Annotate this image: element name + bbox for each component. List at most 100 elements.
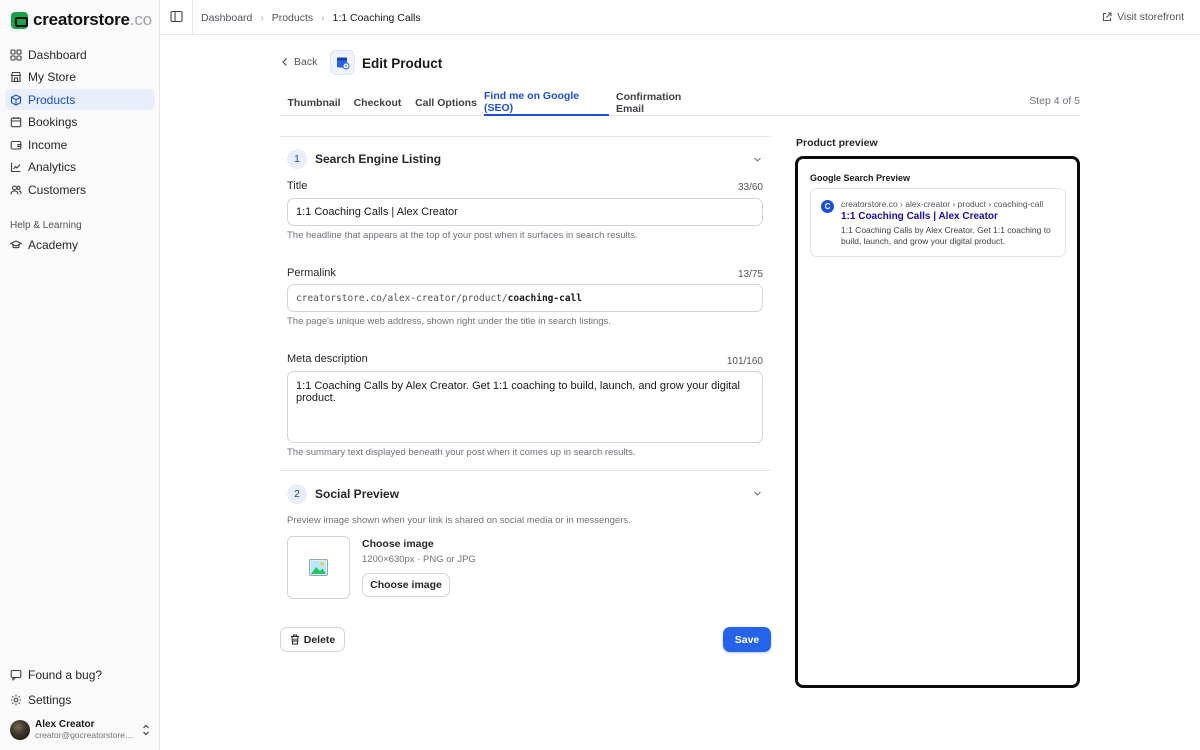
title-char-count: 33/60 bbox=[737, 182, 763, 193]
breadcrumb-dashboard[interactable]: Dashboard bbox=[201, 12, 252, 24]
result-title: 1:1 Coaching Calls | Alex Creator bbox=[841, 211, 998, 222]
permalink-prefix: creatorstore.co/alex-creator/product/ bbox=[296, 292, 508, 304]
product-icon bbox=[330, 50, 355, 75]
tab-thumbnail[interactable]: Thumbnail bbox=[282, 89, 346, 116]
sidebar-item-label: Academy bbox=[28, 237, 79, 252]
section-title: Search Engine Listing bbox=[315, 152, 442, 166]
section-header-social[interactable]: 2 Social Preview bbox=[287, 484, 399, 504]
chevron-right-icon: › bbox=[321, 12, 325, 24]
phone-preview-frame: Google Search Preview C creatorstore.co … bbox=[795, 156, 1080, 688]
section-title: Social Preview bbox=[315, 487, 400, 501]
brand-suffix: .co bbox=[129, 10, 152, 29]
tab-seo[interactable]: Find me on Google (SEO) bbox=[484, 89, 609, 116]
wallet-icon bbox=[10, 139, 22, 151]
user-name: Alex Creator bbox=[35, 719, 95, 730]
bottom-nav: Found a bug? bbox=[5, 664, 155, 687]
section-number: 2 bbox=[287, 484, 307, 504]
divider bbox=[280, 136, 771, 137]
favicon: C bbox=[821, 200, 834, 213]
brand-name: creatorstore bbox=[33, 10, 130, 29]
sidebar-item-label: Income bbox=[28, 137, 68, 152]
user-menu[interactable]: Alex Creator creator@gocreatorstore.c... bbox=[10, 719, 152, 741]
permalink-input[interactable]: creatorstore.co/alex-creator/product/coa… bbox=[287, 284, 763, 312]
image-hint: 1200×630px · PNG or JPG bbox=[362, 554, 476, 565]
meta-description-textarea[interactable]: 1:1 Coaching Calls by Alex Creator. Get … bbox=[287, 371, 763, 443]
permalink-char-count: 13/75 bbox=[737, 269, 763, 280]
chevron-down-icon[interactable] bbox=[752, 154, 763, 165]
title-label: Title bbox=[287, 180, 308, 192]
gear-icon bbox=[10, 694, 22, 706]
sidebar-item-dashboard[interactable]: Dashboard bbox=[5, 44, 155, 65]
delete-label: Delete bbox=[303, 633, 336, 646]
sidebar-item-income[interactable]: Income bbox=[5, 134, 155, 155]
save-button[interactable]: Save bbox=[723, 627, 771, 652]
external-link-icon bbox=[1103, 12, 1112, 22]
breadcrumb-current: 1:1 Coaching Calls bbox=[332, 12, 421, 24]
section-title-help: Help & Learning bbox=[10, 220, 82, 231]
sidebar-item-customers[interactable]: Customers bbox=[5, 179, 155, 200]
social-image-placeholder[interactable] bbox=[287, 536, 350, 599]
main-nav: Dashboard My Store Products Bookings Inc… bbox=[5, 44, 155, 202]
trash-icon bbox=[290, 634, 299, 645]
google-result-card: C creatorstore.co › alex-creator › produ… bbox=[810, 188, 1066, 257]
permalink-help: The page's unique web address, shown rig… bbox=[287, 316, 611, 327]
image-icon bbox=[309, 559, 328, 576]
tab-call-options[interactable]: Call Options bbox=[413, 89, 479, 116]
tab-confirmation-email[interactable]: Confirmation Email bbox=[616, 89, 708, 116]
sidebar-item-label: Dashboard bbox=[28, 47, 87, 62]
brand-logo[interactable]: creatorstore.co bbox=[11, 10, 152, 30]
result-description: 1:1 Coaching Calls by Alex Creator. Get … bbox=[841, 225, 1051, 246]
sidebar-item-label: Products bbox=[28, 92, 76, 107]
permalink-slug: coaching-call bbox=[507, 292, 582, 304]
section-number: 1 bbox=[287, 149, 307, 169]
sidebar-item-found-bug[interactable]: Found a bug? bbox=[5, 664, 155, 685]
meta-description-label: Meta description bbox=[287, 353, 368, 365]
tab-checkout[interactable]: Checkout bbox=[350, 89, 405, 116]
box-icon bbox=[10, 93, 22, 106]
sidebar-item-settings[interactable]: Settings bbox=[5, 689, 155, 710]
sidebar-item-analytics[interactable]: Analytics bbox=[5, 157, 155, 178]
sidebar-item-products[interactable]: Products bbox=[5, 89, 155, 110]
user-email: creator@gocreatorstore.c... bbox=[35, 730, 135, 740]
calendar-call-icon bbox=[337, 57, 350, 70]
users-icon bbox=[10, 184, 22, 196]
breadcrumb: Dashboard › Products › 1:1 Coaching Call… bbox=[201, 12, 421, 24]
tab-bar: Thumbnail Checkout Call Options Find me … bbox=[280, 89, 1080, 116]
logo-mark-icon bbox=[11, 11, 28, 29]
calendar-icon bbox=[10, 116, 22, 128]
learning-nav: Academy bbox=[5, 234, 155, 257]
back-label: Back bbox=[294, 56, 318, 68]
sidebar-item-academy[interactable]: Academy bbox=[5, 234, 155, 255]
sidebar: creatorstore.co Dashboard My Store Produ… bbox=[0, 0, 160, 750]
settings-nav: Settings bbox=[5, 689, 155, 712]
image-title: Choose image bbox=[362, 538, 434, 550]
choose-image-button[interactable]: Choose image bbox=[362, 573, 450, 597]
sidebar-item-bookings[interactable]: Bookings bbox=[5, 112, 155, 133]
store-icon bbox=[10, 71, 22, 83]
page-title: Edit Product bbox=[362, 56, 443, 71]
back-button[interactable]: Back bbox=[281, 56, 317, 68]
chevron-up-down-icon[interactable] bbox=[140, 723, 152, 737]
permalink-label: Permalink bbox=[287, 267, 336, 279]
title-help: The headline that appears at the top of … bbox=[287, 230, 638, 241]
chevron-right-icon: › bbox=[260, 12, 264, 24]
breadcrumb-products[interactable]: Products bbox=[272, 12, 313, 24]
section-header-seo[interactable]: 1 Search Engine Listing bbox=[287, 149, 441, 169]
social-description: Preview image shown when your link is sh… bbox=[287, 515, 631, 526]
title-input[interactable]: 1:1 Coaching Calls | Alex Creator bbox=[287, 198, 763, 226]
sidebar-item-my-store[interactable]: My Store bbox=[5, 67, 155, 88]
avatar bbox=[10, 720, 30, 740]
chart-icon bbox=[10, 161, 22, 173]
meta-description-help: The summary text displayed beneath your … bbox=[287, 447, 636, 458]
google-preview-heading: Google Search Preview bbox=[810, 173, 911, 183]
chevron-left-icon bbox=[282, 58, 287, 66]
visit-storefront-link[interactable]: Visit storefront bbox=[1102, 11, 1184, 23]
sidebar-toggle-icon[interactable] bbox=[170, 10, 183, 23]
sidebar-item-label: Found a bug? bbox=[28, 667, 103, 682]
preview-label: Product preview bbox=[796, 137, 878, 149]
step-indicator: Step 4 of 5 bbox=[1029, 95, 1080, 107]
sidebar-item-label: Settings bbox=[28, 692, 72, 707]
delete-button[interactable]: Delete bbox=[280, 627, 345, 652]
chevron-down-icon[interactable] bbox=[752, 488, 763, 499]
meta-description-char-count: 101/160 bbox=[726, 356, 763, 367]
